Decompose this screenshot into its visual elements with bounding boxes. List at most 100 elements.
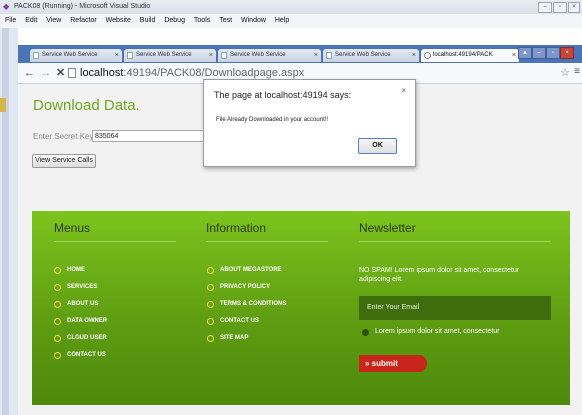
newsletter-heading: Newsletter (359, 221, 416, 235)
tab-close-icon[interactable]: × (115, 49, 119, 62)
bullet-circle-icon (54, 352, 61, 359)
page-favicon-icon (33, 52, 39, 59)
browser-profile-icon[interactable]: ▲ (518, 47, 532, 59)
link-label: PRIVACY POLICY (220, 284, 271, 290)
link-label: SERVICES (67, 284, 98, 290)
vs-title-bar: ◆ PACK08 (Running) - Microsoft Visual St… (0, 0, 582, 14)
dialog-close-icon[interactable]: × (401, 86, 406, 95)
browser-tab[interactable]: Service Web Service × (30, 49, 122, 62)
newsletter-divider (359, 241, 551, 242)
bullet-circle-icon (207, 267, 214, 274)
page-favicon-icon (127, 52, 133, 59)
vs-minimize-icon[interactable]: – (538, 2, 552, 13)
newsletter-submit-button[interactable]: » submit (359, 355, 427, 372)
vs-maximize-icon[interactable]: ▫ (553, 2, 567, 13)
newsletter-checkbox[interactable] (362, 329, 369, 336)
newsletter-email-input[interactable]: Enter Your Email (359, 296, 551, 320)
browser-close-icon[interactable]: × (560, 47, 574, 59)
forward-arrow-icon[interactable]: → (40, 65, 51, 81)
link-label: DATA OWNER (67, 318, 108, 324)
bullet-circle-icon (54, 301, 61, 308)
newsletter-text: NO SPAM! Lorem ipsum dolor sit amet, con… (359, 267, 520, 283)
menu-file[interactable]: File (5, 17, 16, 24)
link-label: CONTACT US (67, 352, 106, 358)
footer-link-contact-us-info[interactable]: CONTACT US (207, 318, 259, 325)
menus-heading: Menus (54, 221, 91, 235)
browser-tab[interactable]: Service Web Service × (323, 49, 419, 62)
menu-help[interactable]: Help (275, 17, 289, 24)
browser-tab[interactable]: Service Web Service × (218, 49, 321, 62)
tab-close-icon[interactable]: × (314, 49, 318, 62)
browser-minimize-icon[interactable]: – (532, 47, 546, 59)
newsletter-checkbox-label: Lorem ipsum dolor sit amet, consectetur (375, 328, 500, 335)
footer-link-home[interactable]: HOME (54, 267, 85, 274)
browser-menu-icon[interactable]: ≡ (574, 66, 580, 77)
footer-link-site-map[interactable]: SITE MAP (207, 335, 249, 342)
menu-debug[interactable]: Debug (164, 17, 185, 24)
bullet-circle-icon (54, 284, 61, 291)
vs-left-panel (0, 28, 18, 415)
tab-title: Service Web Service (136, 52, 192, 58)
tab-title: Service Web Service (230, 52, 286, 58)
secret-key-label: Enter Secret Key (33, 132, 94, 141)
menu-website[interactable]: Website (106, 17, 131, 24)
tab-close-icon[interactable]: × (512, 49, 516, 62)
footer-link-data-owner[interactable]: DATA OWNER (54, 318, 108, 325)
visual-studio-logo-icon: ◆ (3, 2, 10, 11)
information-heading: Information (206, 221, 267, 235)
browser-tab-active[interactable]: localhost:49194/PACK × (421, 49, 519, 62)
page-title: Download Data. (33, 97, 140, 114)
browser-maximize-icon[interactable]: ▫ (546, 47, 560, 59)
menu-build[interactable]: Build (140, 17, 156, 24)
dialog-title: The page at localhost:49194 says: (214, 90, 352, 100)
link-label: TERMS & CONDITIONS (220, 301, 287, 307)
tab-title: Service Web Service (335, 52, 391, 58)
menu-test[interactable]: Test (219, 17, 232, 24)
footer-link-about-megastore[interactable]: ABOUT MEGASTORE (207, 267, 282, 274)
vs-menu-bar: File Edit View Refactor Website Build De… (0, 14, 582, 28)
menus-divider (54, 241, 176, 242)
menu-edit[interactable]: Edit (25, 17, 37, 24)
menu-window[interactable]: Window (241, 17, 266, 24)
information-divider (206, 241, 328, 242)
link-label: CLOUD USER (67, 335, 107, 341)
footer-link-terms[interactable]: TERMS & CONDITIONS (207, 301, 287, 308)
stop-loading-icon[interactable]: ✕ (56, 65, 65, 81)
vs-close-icon[interactable]: × (568, 2, 580, 13)
tab-title: Service Web Service (42, 52, 98, 58)
page-icon (68, 68, 76, 78)
page-favicon-icon (326, 52, 332, 59)
bullet-circle-icon (207, 284, 214, 291)
bookmark-star-icon[interactable]: ☆ (560, 66, 570, 79)
url-path: :49194/PACK08/Downloadpage.aspx (123, 67, 305, 79)
dialog-message: File Already Downloaded in your account!… (216, 117, 329, 123)
link-label: SITE MAP (220, 335, 249, 341)
tab-close-icon[interactable]: × (209, 49, 213, 62)
tab-title: localhost:49194/PACK (433, 52, 493, 58)
link-label: ABOUT MEGASTORE (220, 267, 282, 273)
link-label: HOME (67, 267, 85, 273)
view-service-calls-button[interactable]: View Service Calls (32, 154, 96, 168)
footer-link-cloud-user[interactable]: CLOUD USER (54, 335, 107, 342)
alert-dialog: The page at localhost:49194 says: × File… (203, 79, 416, 167)
footer-link-about-us[interactable]: ABOUT US (54, 301, 98, 308)
footer-link-services[interactable]: SERVICES (54, 284, 98, 291)
browser-tab-strip: Service Web Service × Service Web Servic… (18, 45, 582, 63)
secret-key-input[interactable]: 835064 (92, 130, 207, 142)
menu-refactor[interactable]: Refactor (70, 17, 96, 24)
site-footer: Menus Information Newsletter HOME SERVIC… (32, 211, 570, 405)
footer-link-privacy-policy[interactable]: PRIVACY POLICY (207, 284, 271, 291)
back-arrow-icon[interactable]: ← (24, 65, 35, 81)
browser-tab[interactable]: Service Web Service × (124, 49, 216, 62)
link-label: CONTACT US (220, 318, 259, 324)
menu-tools[interactable]: Tools (194, 17, 210, 24)
bullet-circle-icon (54, 318, 61, 325)
vs-toolbox-strip (2, 28, 9, 415)
footer-link-contact-us[interactable]: CONTACT US (54, 352, 106, 359)
menu-view[interactable]: View (46, 17, 61, 24)
dialog-ok-button[interactable]: OK (358, 138, 397, 154)
vs-window-title: PACK08 (Running) - Microsoft Visual Stud… (14, 3, 151, 10)
tab-close-icon[interactable]: × (412, 49, 416, 62)
page-favicon-icon (221, 52, 227, 59)
bullet-circle-icon (207, 318, 214, 325)
